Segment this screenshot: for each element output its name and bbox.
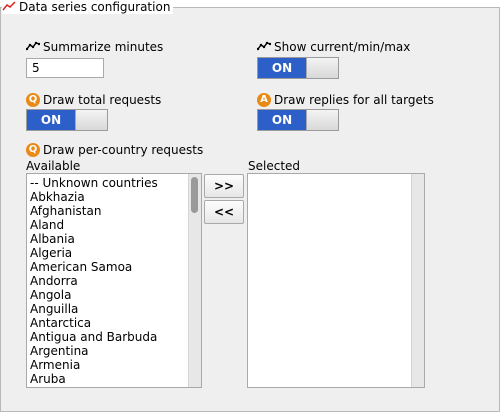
available-label: Available [26, 159, 81, 173]
toggle-knob [306, 58, 338, 78]
show-current-label: Show current/min/max [274, 40, 411, 54]
available-items: -- Unknown countries Abkhazia Afghanistan A… [27, 174, 201, 386]
available-list-scrollbar[interactable] [188, 174, 201, 387]
toggle-state: ON [258, 110, 306, 130]
list-item[interactable]: Abkhazia [30, 190, 201, 204]
query-badge-icon: Q [26, 93, 40, 107]
list-item[interactable]: Angola [30, 288, 201, 302]
per-country-label: Draw per-country requests [43, 143, 204, 157]
line-chart-icon [25, 40, 41, 54]
list-item[interactable]: Antigua and Barbuda [30, 330, 201, 344]
selected-countries-list[interactable] [247, 173, 425, 388]
total-requests-toggle[interactable]: ON [26, 109, 108, 131]
list-item[interactable]: Algeria [30, 246, 201, 260]
total-requests-label: Draw total requests [43, 93, 162, 107]
summarize-minutes-input[interactable] [26, 58, 104, 78]
replies-all-toggle[interactable]: ON [257, 109, 339, 131]
total-requests-row: Q Draw total requests [26, 93, 161, 107]
line-chart-icon [2, 0, 16, 14]
toggle-state: ON [27, 110, 75, 130]
summarize-row: Summarize minutes [25, 40, 164, 54]
list-item[interactable]: Armenia [30, 358, 201, 372]
answer-badge-icon: A [257, 93, 271, 107]
selected-label: Selected [248, 159, 301, 173]
panel-legend: Data series configuration [2, 0, 174, 14]
per-country-row: Q Draw per-country requests [26, 143, 203, 157]
toggle-knob [306, 110, 338, 130]
toggle-knob [75, 110, 107, 130]
show-current-toggle[interactable]: ON [257, 57, 339, 79]
show-current-row: Show current/min/max [256, 40, 411, 54]
list-item[interactable]: -- Unknown countries [30, 176, 201, 190]
add-country-button[interactable]: >> [204, 174, 244, 198]
scrollbar-thumb[interactable] [191, 177, 198, 213]
list-item[interactable]: Andorra [30, 274, 201, 288]
list-item[interactable]: Afghanistan [30, 204, 201, 218]
replies-all-label: Draw replies for all targets [274, 93, 434, 107]
list-item[interactable]: Antarctica [30, 316, 201, 330]
summarize-label: Summarize minutes [43, 40, 164, 54]
query-badge-icon: Q [26, 143, 40, 157]
list-item[interactable]: Argentina [30, 344, 201, 358]
selected-items [248, 174, 424, 176]
remove-country-button[interactable]: << [204, 200, 244, 224]
list-item[interactable]: Aland [30, 218, 201, 232]
replies-all-row: A Draw replies for all targets [257, 93, 434, 107]
list-item[interactable]: Anguilla [30, 302, 201, 316]
toggle-state: ON [258, 58, 306, 78]
panel-title: Data series configuration [19, 0, 171, 14]
available-countries-list[interactable]: -- Unknown countries Abkhazia Afghanistan A… [26, 173, 202, 388]
list-item[interactable]: American Samoa [30, 260, 201, 274]
selected-list-scrollbar[interactable] [411, 174, 424, 387]
line-chart-icon [256, 40, 272, 54]
list-item[interactable]: Aruba [30, 372, 201, 386]
list-item[interactable]: Albania [30, 232, 201, 246]
